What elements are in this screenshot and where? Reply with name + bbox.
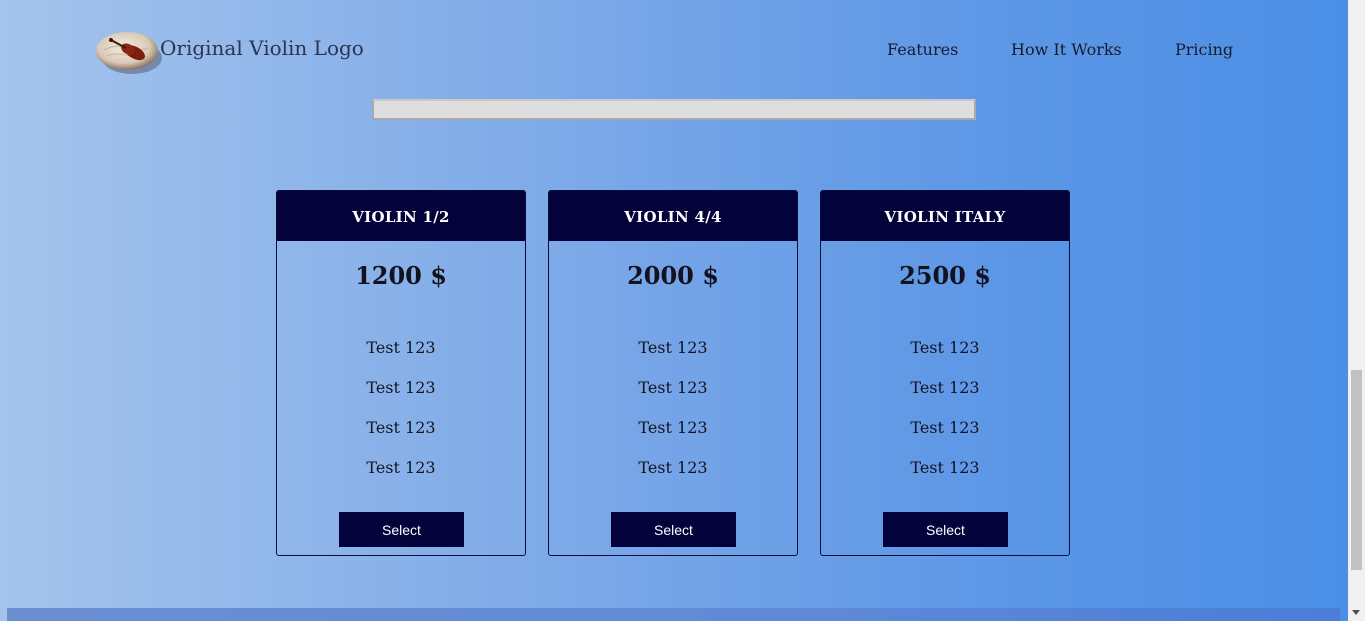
page-scrollbar[interactable]: [1348, 0, 1365, 621]
search-input[interactable]: [372, 99, 976, 120]
pricing-card-violin-italy: VIOLIN ITALY 2500 $ Test 123 Test 123 Te…: [820, 190, 1070, 556]
feature-item: Test 123: [638, 418, 708, 437]
feature-list: Test 123 Test 123 Test 123 Test 123: [821, 336, 1069, 496]
feature-list: Test 123 Test 123 Test 123 Test 123: [549, 336, 797, 496]
card-price: 2500 $: [899, 261, 991, 290]
feature-item: Test 123: [638, 378, 708, 397]
select-button[interactable]: Select: [611, 512, 736, 547]
pricing-card-violin-1-2: VIOLIN 1/2 1200 $ Test 123 Test 123 Test…: [276, 190, 526, 556]
footer-strip: [7, 608, 1340, 621]
site-header: Original Violin Logo Features How It Wor…: [0, 0, 1348, 100]
card-price: 1200 $: [355, 261, 447, 290]
violin-logo-icon[interactable]: [96, 28, 162, 76]
feature-item: Test 123: [910, 338, 980, 357]
scroll-down-arrow-icon[interactable]: [1352, 610, 1360, 615]
feature-item: Test 123: [366, 338, 436, 357]
feature-item: Test 123: [366, 458, 436, 477]
logo-title[interactable]: Original Violin Logo: [160, 36, 364, 60]
feature-item: Test 123: [910, 418, 980, 437]
nav-how-it-works[interactable]: How It Works: [1011, 40, 1122, 59]
card-title: VIOLIN 4/4: [549, 191, 797, 241]
feature-item: Test 123: [366, 418, 436, 437]
card-title: VIOLIN ITALY: [821, 191, 1069, 241]
scrollbar-thumb[interactable]: [1351, 370, 1362, 570]
select-button[interactable]: Select: [883, 512, 1008, 547]
feature-item: Test 123: [910, 378, 980, 397]
select-button[interactable]: Select: [339, 512, 464, 547]
card-price: 2000 $: [627, 261, 719, 290]
feature-item: Test 123: [910, 458, 980, 477]
feature-item: Test 123: [638, 338, 708, 357]
card-title: VIOLIN 1/2: [277, 191, 525, 241]
pricing-card-violin-4-4: VIOLIN 4/4 2000 $ Test 123 Test 123 Test…: [548, 190, 798, 556]
feature-list: Test 123 Test 123 Test 123 Test 123: [277, 336, 525, 496]
feature-item: Test 123: [638, 458, 708, 477]
feature-item: Test 123: [366, 378, 436, 397]
nav-pricing[interactable]: Pricing: [1175, 40, 1233, 59]
nav-features[interactable]: Features: [887, 40, 958, 59]
